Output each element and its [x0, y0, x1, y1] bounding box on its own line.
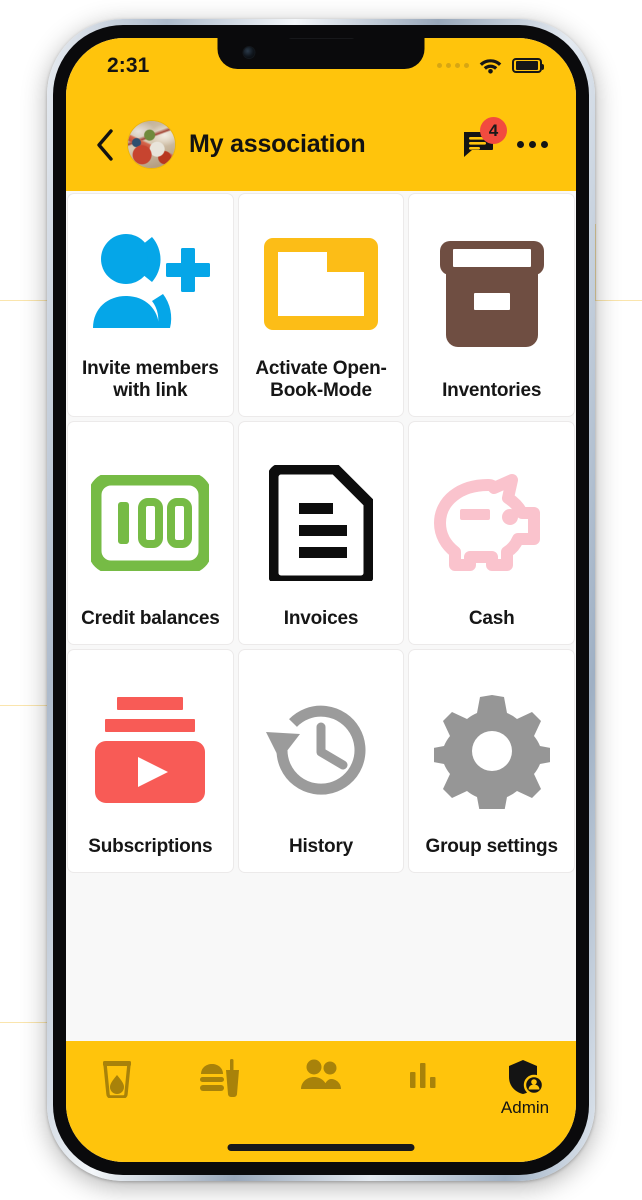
screenshot-stage: 2:31 My association 4 Invite members wit…	[0, 0, 642, 1200]
tile-label: Invite members with link	[82, 357, 219, 401]
document-lines-icon	[245, 438, 398, 608]
phone-screen: 2:31 My association 4 Invite members wit…	[66, 38, 576, 1162]
gear-icon	[415, 666, 568, 836]
nav-item-admin[interactable]: Admin	[474, 1058, 576, 1118]
home-indicator[interactable]	[227, 1144, 415, 1151]
tile-label: Group settings	[425, 835, 559, 857]
nav-item-stats[interactable]	[372, 1058, 474, 1094]
subscriptions-play-icon	[74, 666, 227, 836]
tile-credit-balances[interactable]: Credit balances	[67, 421, 234, 645]
people-icon	[301, 1059, 341, 1089]
chat-button[interactable]: 4	[461, 116, 507, 163]
nav-item-food[interactable]	[168, 1058, 270, 1100]
tile-group-settings[interactable]: Group settings	[408, 649, 575, 873]
bar-chart-icon	[410, 1063, 436, 1088]
front-camera-icon	[243, 47, 255, 58]
tile-open-book-mode[interactable]: Activate Open-Book-Mode	[237, 193, 405, 417]
phone-bezel: 2:31 My association 4 Invite members wit…	[53, 25, 589, 1175]
display-notch	[217, 38, 425, 69]
money-100-icon	[74, 438, 227, 608]
nav-item-drinks[interactable]	[66, 1058, 168, 1100]
tile-label: Credit balances	[81, 607, 220, 629]
tile-history[interactable]: History	[237, 649, 405, 873]
shield-person-icon	[509, 1060, 544, 1096]
signal-dots-icon	[437, 62, 469, 68]
bottom-navigation: Admin	[66, 1041, 576, 1162]
feature-grid: Invite members with link Activate Open-B…	[67, 193, 575, 873]
history-clock-icon	[245, 666, 398, 836]
folder-icon	[245, 210, 398, 358]
status-clock: 2:31	[107, 54, 150, 77]
guide-line	[595, 300, 642, 301]
archive-box-icon	[415, 210, 568, 380]
drink-cup-icon	[103, 1061, 131, 1098]
tile-subscriptions[interactable]: Subscriptions	[67, 649, 234, 873]
tile-cash[interactable]: Cash	[408, 421, 575, 645]
guide-line	[0, 705, 47, 706]
tile-invite-members[interactable]: Invite members with link	[67, 193, 234, 417]
status-indicators	[437, 56, 544, 74]
tile-label: Activate Open-Book-Mode	[255, 357, 387, 401]
chat-unread-badge: 4	[480, 116, 507, 144]
guide-line	[0, 300, 47, 301]
tile-label: Subscriptions	[88, 835, 213, 857]
fast-food-icon	[200, 1059, 239, 1097]
phone-frame: 2:31 My association 4 Invite members wit…	[47, 19, 595, 1181]
app-bar-actions: 4	[461, 116, 550, 163]
tile-label: Invoices	[283, 607, 359, 629]
guide-line	[0, 1022, 47, 1023]
nav-item-members[interactable]	[270, 1058, 372, 1094]
wifi-icon	[479, 59, 502, 74]
top-bar: 2:31 My association 4	[66, 38, 576, 191]
tile-invoices[interactable]: Invoices	[237, 421, 405, 645]
person-add-icon	[74, 210, 227, 358]
back-chevron-icon[interactable]	[90, 125, 120, 165]
group-avatar-image[interactable]	[128, 121, 175, 168]
app-bar: My association 4	[66, 98, 576, 191]
tile-inventories[interactable]: Inventories	[408, 193, 575, 417]
page-title: My association	[189, 130, 366, 158]
earpiece-speaker	[288, 38, 354, 39]
more-options-icon[interactable]	[515, 133, 550, 156]
tile-label: History	[288, 835, 354, 857]
tile-label: Cash	[468, 607, 515, 629]
tile-label: Inventories	[442, 379, 542, 401]
guide-line	[595, 224, 596, 300]
nav-label: Admin	[500, 1098, 550, 1117]
main-content: Invite members with link Activate Open-B…	[66, 191, 576, 1079]
battery-full-icon	[512, 57, 544, 73]
piggy-bank-icon	[415, 438, 568, 608]
